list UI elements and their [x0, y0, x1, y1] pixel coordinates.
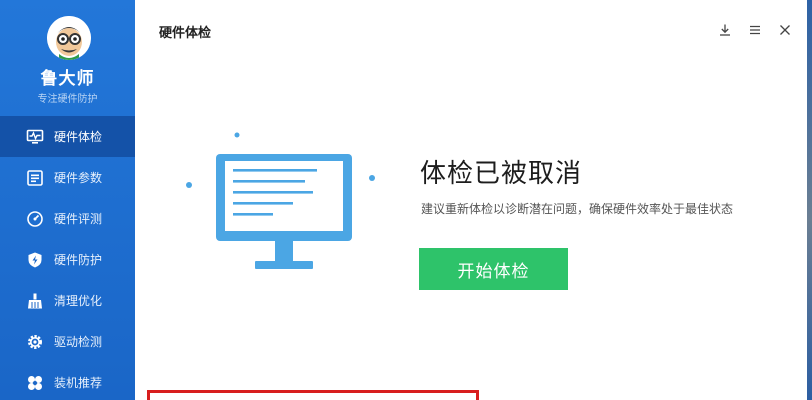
hardware-params-icon [26, 169, 44, 187]
main-panel: 硬件体检 体检已被取消 建议重新体检以诊断潜在问题，确保硬件效率处于最佳状态 开… [135, 0, 807, 400]
sidebar-nav: 硬件体检 硬件参数 硬件评测 硬件防护 清理优化 驱动检测 装机推荐 [0, 116, 135, 400]
sidebar-item-label: 硬件参数 [54, 171, 103, 185]
sidebar-item-label: 驱动检测 [54, 335, 103, 349]
sidebar-item-build-recommend[interactable]: 装机推荐 [0, 362, 135, 400]
close-button[interactable] [775, 20, 795, 40]
sidebar-item-hardware-protection[interactable]: 硬件防护 [0, 239, 135, 280]
download-icon [720, 24, 730, 36]
brand-subtitle: 专注硬件防护 [37, 94, 98, 105]
shield-bolt-icon [26, 251, 44, 269]
menu-button[interactable] [745, 20, 765, 40]
start-checkup-button[interactable]: 开始体检 [419, 248, 568, 290]
brand-name: 鲁大师 [40, 69, 95, 89]
sidebar-item-label: 硬件体检 [54, 130, 103, 144]
download-button[interactable] [715, 20, 735, 40]
background-strip [807, 0, 812, 400]
highlight-box [147, 390, 479, 400]
puzzle-icon [26, 374, 44, 392]
page-title: 硬件体检 [159, 26, 212, 41]
monitor-illustration-icon [186, 132, 375, 269]
mascot-logo-icon [47, 16, 91, 60]
status-headline: 体检已被取消 [420, 159, 583, 189]
sidebar-item-label: 装机推荐 [54, 376, 103, 390]
status-description: 建议重新体检以诊断潜在问题，确保硬件效率处于最佳状态 [421, 202, 734, 216]
close-icon [780, 25, 790, 35]
window-controls [715, 20, 795, 40]
speedometer-icon [26, 210, 44, 228]
sidebar-item-cleanup[interactable]: 清理优化 [0, 280, 135, 321]
sidebar-item-label: 清理优化 [54, 294, 103, 308]
sidebar: 鲁大师 专注硬件防护 硬件体检 硬件参数 硬件评测 硬件防护 清理优化 驱动检测… [0, 0, 135, 400]
gear-icon [26, 333, 44, 351]
broom-icon [26, 292, 44, 310]
sidebar-item-hardware-checkup[interactable]: 硬件体检 [0, 116, 135, 157]
sidebar-item-driver-check[interactable]: 驱动检测 [0, 321, 135, 362]
sidebar-item-label: 硬件评测 [54, 212, 103, 226]
avatar[interactable] [47, 16, 91, 60]
monitor-pulse-icon [26, 128, 44, 146]
sidebar-item-hardware-benchmark[interactable]: 硬件评测 [0, 198, 135, 239]
sidebar-item-hardware-params[interactable]: 硬件参数 [0, 157, 135, 198]
sidebar-item-label: 硬件防护 [54, 253, 103, 267]
menu-icon [750, 25, 760, 35]
